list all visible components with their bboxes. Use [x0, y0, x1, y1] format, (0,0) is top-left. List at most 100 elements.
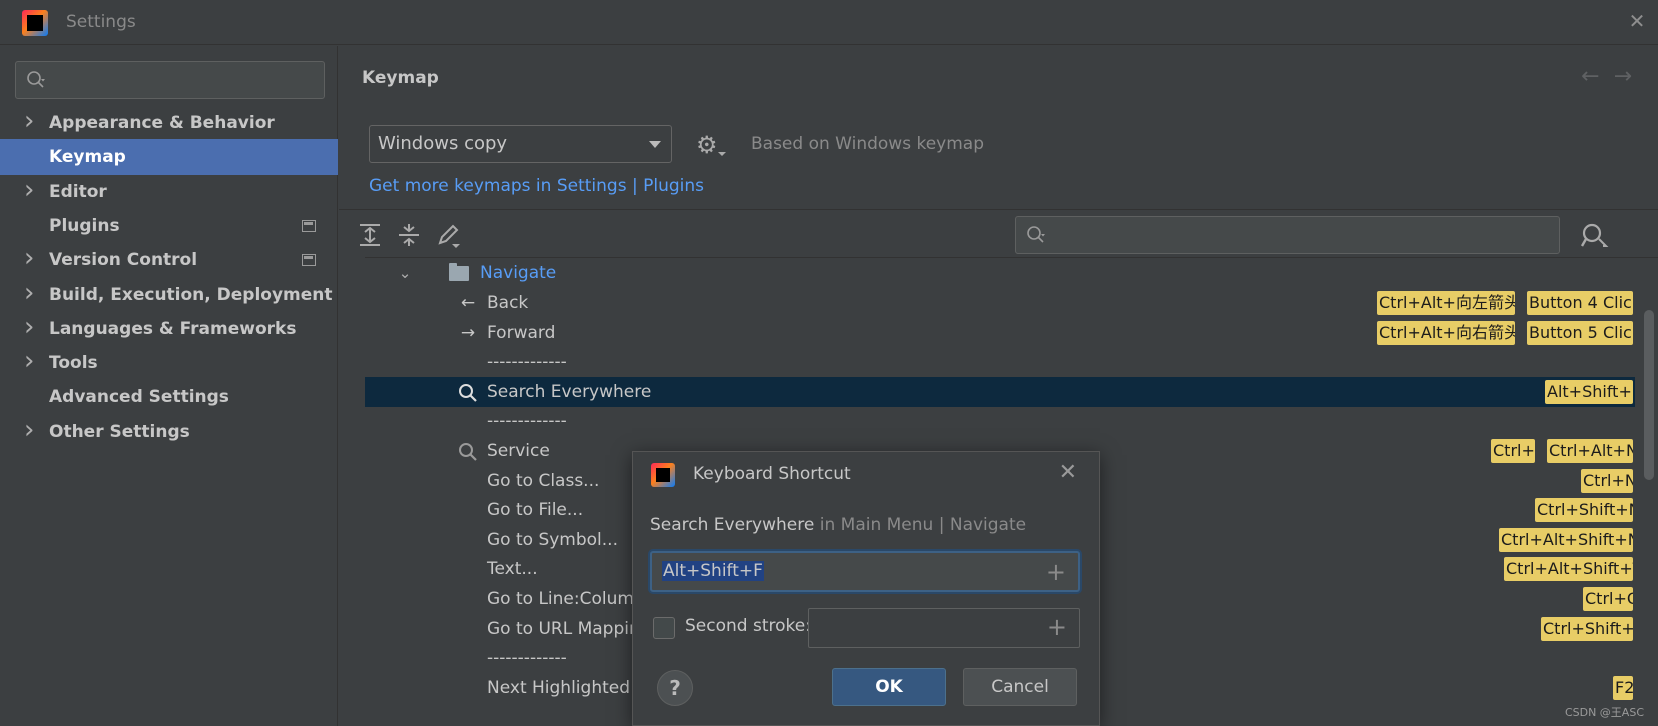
second-stroke-input[interactable]: +: [808, 608, 1080, 648]
back-arrow-icon: ←: [460, 293, 476, 313]
action-path: Search Everywhere in Main Menu | Navigat…: [650, 515, 1026, 535]
shortcut-badge: Ctrl+W: [1491, 439, 1535, 463]
intellij-logo-icon: [651, 463, 675, 487]
action-label: Back: [487, 293, 529, 313]
chevron-right-icon[interactable]: ›: [24, 412, 38, 448]
back-nav-icon[interactable]: ←: [1581, 64, 1613, 89]
shortcut-badge: Ctrl+N: [1581, 469, 1633, 493]
search-icon: [1027, 226, 1045, 243]
get-more-keymaps-link[interactable]: Get more keymaps in Settings | Plugins: [369, 176, 704, 196]
second-stroke-label: Second stroke:: [685, 616, 811, 636]
find-by-shortcut-icon[interactable]: [1579, 221, 1609, 251]
chevron-right-icon[interactable]: ›: [24, 240, 38, 276]
chevron-right-icon[interactable]: ›: [24, 275, 38, 311]
action-label: Search Everywhere: [487, 382, 652, 402]
watermark: CSDN @王ASC: [1564, 706, 1644, 719]
close-icon[interactable]: ✕: [1626, 10, 1648, 32]
add-icon[interactable]: +: [1046, 558, 1066, 586]
ok-button[interactable]: OK: [832, 668, 946, 706]
first-stroke-value: Alt+Shift+F: [662, 561, 764, 581]
chevron-right-icon[interactable]: ›: [24, 343, 38, 379]
table-row[interactable]: → Forward Button 5 Click Ctrl+Alt+向右箭头: [365, 318, 1635, 348]
sidebar-item-keymap[interactable]: Keymap: [0, 139, 338, 175]
intellij-logo-icon: [22, 10, 48, 36]
separator-text: -------------: [487, 411, 567, 431]
shortcut-badge: Button 5 Click: [1527, 321, 1633, 345]
settings-search-input[interactable]: [15, 61, 325, 99]
help-button[interactable]: ?: [657, 670, 693, 706]
separator-text: -------------: [487, 648, 567, 668]
forward-arrow-icon: →: [460, 323, 476, 343]
sidebar-item-other-settings[interactable]: › Other Settings: [0, 414, 338, 450]
shortcut-badge: Ctrl+G: [1583, 587, 1633, 611]
group-label: Navigate: [480, 263, 557, 283]
chevron-right-icon[interactable]: ›: [24, 309, 38, 345]
expand-all-icon[interactable]: [357, 222, 383, 248]
chevron-right-icon[interactable]: ›: [24, 172, 38, 208]
shortcut-badge: Ctrl+Alt+N: [1547, 439, 1633, 463]
shortcut-badge: Ctrl+Shift+\: [1541, 617, 1633, 641]
sidebar-item-label: Other Settings: [49, 422, 190, 442]
sidebar-item-build-execution-deployment[interactable]: › Build, Execution, Deployment: [0, 277, 338, 313]
sidebar-item-editor[interactable]: › Editor: [0, 174, 338, 210]
add-icon[interactable]: +: [1047, 613, 1067, 641]
shortcut-badge: F2: [1613, 676, 1633, 700]
action-label: Go to Class...: [487, 471, 600, 491]
action-label: Go to Symbol...: [487, 530, 618, 550]
keymap-scheme-value: Windows copy: [378, 133, 508, 154]
separator-row: -------------: [365, 406, 1635, 436]
project-scope-icon: [302, 254, 316, 266]
second-stroke-checkbox[interactable]: [653, 617, 675, 639]
chevron-down-icon: [649, 141, 661, 148]
sidebar-item-label: Languages & Frameworks: [49, 319, 297, 339]
sidebar-item-label: Appearance & Behavior: [49, 113, 275, 133]
sidebar-item-plugins[interactable]: Plugins: [0, 208, 338, 244]
separator-row: -------------: [365, 347, 1635, 377]
sidebar-item-appearance-behavior[interactable]: › Appearance & Behavior: [0, 105, 338, 141]
folder-icon: [449, 263, 469, 281]
close-icon[interactable]: ✕: [1059, 460, 1077, 485]
chevron-right-icon[interactable]: ›: [24, 103, 38, 139]
sidebar-item-label: Plugins: [49, 216, 120, 236]
shortcut-badge: Button 4 Click: [1527, 291, 1633, 315]
search-icon: [27, 71, 45, 88]
cancel-button[interactable]: Cancel: [963, 668, 1077, 706]
sidebar-item-label: Advanced Settings: [49, 387, 229, 407]
action-location: in Main Menu | Navigate: [819, 515, 1027, 535]
history-nav[interactable]: ←→: [1581, 64, 1646, 89]
forward-nav-icon[interactable]: →: [1614, 64, 1646, 89]
keymap-scheme-select[interactable]: Windows copy: [369, 125, 672, 163]
shortcut-badge: Ctrl+Alt+Shift+T: [1504, 557, 1633, 581]
keymap-search-input[interactable]: [1015, 216, 1560, 254]
dialog-title: Keyboard Shortcut: [693, 464, 851, 484]
sidebar-item-label: Editor: [49, 182, 107, 202]
sidebar-item-tools[interactable]: › Tools: [0, 345, 338, 381]
sidebar-item-version-control[interactable]: › Version Control: [0, 242, 338, 278]
shortcut-badge: Ctrl+Alt+Shift+N: [1499, 528, 1633, 552]
first-stroke-input[interactable]: Alt+Shift+F +: [650, 551, 1080, 592]
separator-text: -------------: [487, 352, 567, 372]
sidebar-item-label: Tools: [49, 353, 98, 373]
keyboard-shortcut-dialog: Keyboard Shortcut ✕ Search Everywhere in…: [632, 451, 1100, 726]
edit-icon[interactable]: [435, 222, 461, 248]
window-title: Settings: [66, 12, 136, 32]
action-name: Search Everywhere: [650, 515, 815, 535]
sidebar-item-languages-frameworks[interactable]: › Languages & Frameworks: [0, 311, 338, 347]
tree-group-navigate[interactable]: ⌄ Navigate: [365, 258, 1635, 288]
table-row[interactable]: Search Everywhere Alt+Shift+F: [365, 377, 1635, 407]
project-scope-icon: [302, 220, 316, 232]
table-row[interactable]: ← Back Button 4 Click Ctrl+Alt+向左箭头: [365, 288, 1635, 318]
sidebar-item-advanced-settings[interactable]: Advanced Settings: [0, 379, 338, 415]
sidebar-item-label: Build, Execution, Deployment: [49, 285, 333, 305]
action-label: Forward: [487, 323, 556, 343]
shortcut-badge: Ctrl+Alt+向左箭头: [1377, 291, 1515, 315]
gear-icon[interactable]: ⚙: [696, 132, 726, 158]
based-on-text: Based on Windows keymap: [751, 134, 984, 154]
action-label: Text...: [487, 559, 538, 579]
sidebar-item-label: Version Control: [49, 250, 198, 270]
chevron-down-icon: ⌄: [398, 264, 412, 282]
scrollbar[interactable]: [1644, 310, 1654, 480]
sidebar-item-label: Keymap: [49, 147, 126, 167]
collapse-all-icon[interactable]: [396, 222, 422, 248]
shortcut-badge: Alt+Shift+F: [1545, 380, 1633, 404]
